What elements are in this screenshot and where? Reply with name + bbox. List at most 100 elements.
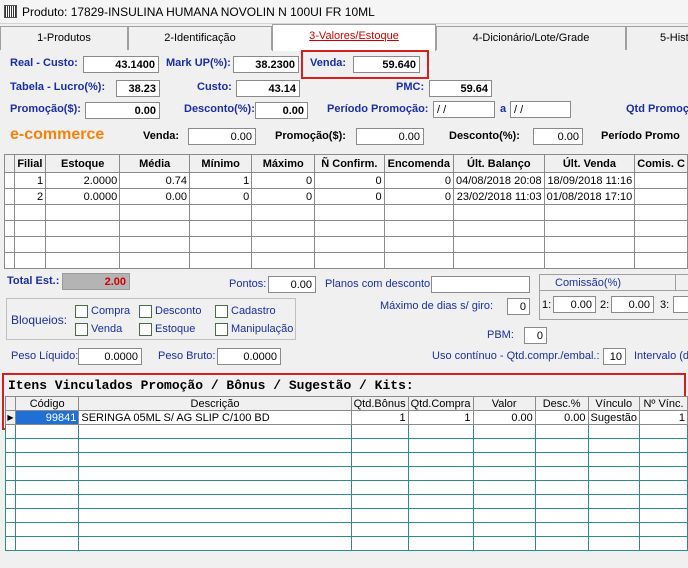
checkbox-venda[interactable]	[75, 323, 88, 336]
cell-qtd-compra[interactable]: 1	[407, 410, 474, 425]
markup-field[interactable]: 38.2300	[233, 56, 299, 73]
comissao-2-field[interactable]: 0.00	[611, 296, 654, 313]
tab-produtos[interactable]: 1-Produtos	[0, 26, 128, 50]
cell-ultima-venda: 01/08/2018 17:10	[543, 188, 636, 205]
table-row-empty	[5, 438, 688, 453]
col-qtd-bonus[interactable]: Qtd.Bônus	[350, 396, 409, 411]
tab-valores-estoque[interactable]: 3-Valores/Estoque	[272, 24, 436, 51]
col-valor[interactable]: Valor	[472, 396, 536, 411]
planos-desconto-field[interactable]	[431, 276, 530, 293]
custo-label: Custo:	[197, 81, 232, 93]
promocao-label: Promoção($):	[10, 103, 81, 115]
venda-field[interactable]: 59.640	[353, 56, 420, 73]
cell-qtd-bonus[interactable]: 1	[350, 410, 409, 425]
table-row-empty	[5, 452, 688, 467]
col-numero-vinculo[interactable]: Nº Vínc.	[639, 396, 688, 411]
checkbox-cadastro-label: Cadastro	[231, 305, 276, 317]
periodo-a-label: a	[500, 103, 507, 115]
custo-field[interactable]: 43.14	[236, 80, 300, 97]
col-encomenda[interactable]: Encomenda	[383, 154, 454, 173]
table-row[interactable]: ▶ 99841 SERINGA 05ML S/ AG SLIP C/100 BD…	[5, 410, 688, 425]
col-descricao[interactable]: Descrição	[78, 396, 352, 411]
ecommerce-promocao-field[interactable]: 0.00	[356, 128, 424, 145]
ecommerce-desconto-field[interactable]: 0.00	[533, 128, 583, 145]
ecommerce-venda-field[interactable]: 0.00	[188, 128, 256, 145]
col-qtd-compra[interactable]: Qtd.Compra	[407, 396, 474, 411]
pmc-field[interactable]: 59.64	[429, 80, 492, 97]
col-media[interactable]: Média	[119, 154, 191, 173]
col-codigo[interactable]: Código	[14, 396, 80, 411]
checkbox-estoque-label: Estoque	[155, 323, 196, 335]
bloqueios-label: Bloqueios:	[11, 313, 68, 327]
cell-minimo: 1	[189, 172, 253, 189]
tabela-lucro-label: Tabela - Lucro(%):	[10, 81, 106, 93]
ecommerce-desconto-label: Desconto(%):	[449, 130, 520, 142]
real-custo-field[interactable]: 43.1400	[83, 56, 159, 73]
checkbox-compra[interactable]	[75, 305, 88, 318]
peso-bruto-field[interactable]: 0.0000	[217, 348, 281, 365]
cell-numero-vinculo[interactable]: 1	[639, 410, 688, 425]
cell-filial: 2	[13, 188, 47, 205]
cell-descricao[interactable]: SERINGA 05ML S/ AG SLIP C/100 BD	[78, 410, 352, 425]
linked-items-table: Código Descrição Qtd.Bônus Qtd.Compra Va…	[5, 396, 688, 551]
pbm-field[interactable]: 0	[524, 327, 547, 344]
cell-ultimo-balanco: 04/08/2018 20:08	[452, 172, 545, 189]
total-estoque-field: 2.00	[62, 273, 130, 290]
checkbox-cadastro[interactable]	[215, 305, 228, 318]
ecommerce-venda-label: Venda:	[143, 130, 180, 142]
table-row[interactable]: 1 2.0000 0.74 1 0 0 0 04/08/2018 20:08 1…	[4, 172, 688, 189]
checkbox-manipulacao[interactable]	[215, 323, 228, 336]
maximo-dias-giro-field[interactable]: 0	[507, 298, 530, 315]
cell-codigo[interactable]: 99841	[14, 410, 80, 425]
cell-maximo: 0	[251, 188, 316, 205]
promocao-field[interactable]: 0.00	[85, 102, 160, 119]
periodo-de-field[interactable]: / /	[433, 101, 495, 118]
ecommerce-title: e-commerce	[10, 126, 105, 143]
window-title: Produto: 17829-INSULINA HUMANA NOVOLIN N…	[22, 5, 375, 19]
pontos-field[interactable]: 0.00	[268, 276, 316, 293]
tab-historico[interactable]: 5-Hist	[626, 26, 688, 50]
col-ultima-venda[interactable]: Últ. Venda	[543, 154, 636, 173]
table-row[interactable]: 2 0.0000 0.00 0 0 0 0 23/02/2018 11:03 0…	[4, 188, 688, 205]
desconto-field[interactable]: 0.00	[255, 102, 308, 119]
checkbox-desconto[interactable]	[139, 305, 152, 318]
pontos-label: Pontos:	[229, 278, 267, 290]
comissao-3-field[interactable]: 0	[673, 296, 688, 313]
checkbox-manipulacao-label: Manipulação	[231, 323, 294, 335]
tab-identificacao[interactable]: 2-Identificação	[128, 26, 272, 50]
col-filial[interactable]: Filial	[13, 154, 47, 173]
comissao-3-label: 3:	[660, 299, 670, 311]
col-ultimo-balanco[interactable]: Últ. Balanço	[452, 154, 545, 173]
col-vinculo[interactable]: Vínculo	[587, 396, 641, 411]
checkbox-estoque[interactable]	[139, 323, 152, 336]
comissao-label: Comissão(%)	[555, 277, 622, 289]
cell-ultimo-balanco: 23/02/2018 11:03	[452, 188, 545, 205]
peso-liquido-field[interactable]: 0.0000	[78, 348, 142, 365]
table-row-empty	[5, 494, 688, 509]
col-maximo[interactable]: Máximo	[251, 154, 316, 173]
col-estoque[interactable]: Estoque	[45, 154, 121, 173]
barcode-icon	[4, 5, 17, 18]
cell-desconto[interactable]: 0.00	[534, 410, 589, 425]
periodo-ate-field[interactable]: / /	[510, 101, 571, 118]
venda-label: Venda:	[310, 57, 347, 69]
linked-items-header: Código Descrição Qtd.Bônus Qtd.Compra Va…	[5, 396, 688, 411]
maximo-dias-giro-label: Máximo de dias s/ giro:	[380, 300, 494, 312]
col-nao-confirmado[interactable]: Ñ Confirm.	[314, 154, 385, 173]
table-row-empty	[5, 424, 688, 439]
col-minimo[interactable]: Mínimo	[189, 154, 253, 173]
tab-dicionario-lote-grade[interactable]: 4-Dicionário/Lote/Grade	[436, 26, 626, 50]
pmc-label: PMC:	[396, 81, 425, 93]
comissao-2-label: 2:	[600, 299, 610, 311]
comissao-1-field[interactable]: 0.00	[553, 296, 596, 313]
col-comissao[interactable]: Comis. C	[634, 154, 688, 173]
cell-valor[interactable]: 0.00	[472, 410, 536, 425]
tabela-lucro-field[interactable]: 38.23	[116, 80, 160, 97]
comissao-header-separator	[675, 275, 676, 291]
cell-vinculo[interactable]: Sugestão	[587, 410, 641, 425]
col-desconto[interactable]: Desc.%	[534, 396, 589, 411]
ecommerce-periodo-label: Período Promo	[601, 130, 680, 142]
peso-bruto-label: Peso Bruto:	[158, 350, 216, 362]
table-row-empty	[5, 466, 688, 481]
uso-continuo-field[interactable]: 10	[603, 348, 626, 365]
